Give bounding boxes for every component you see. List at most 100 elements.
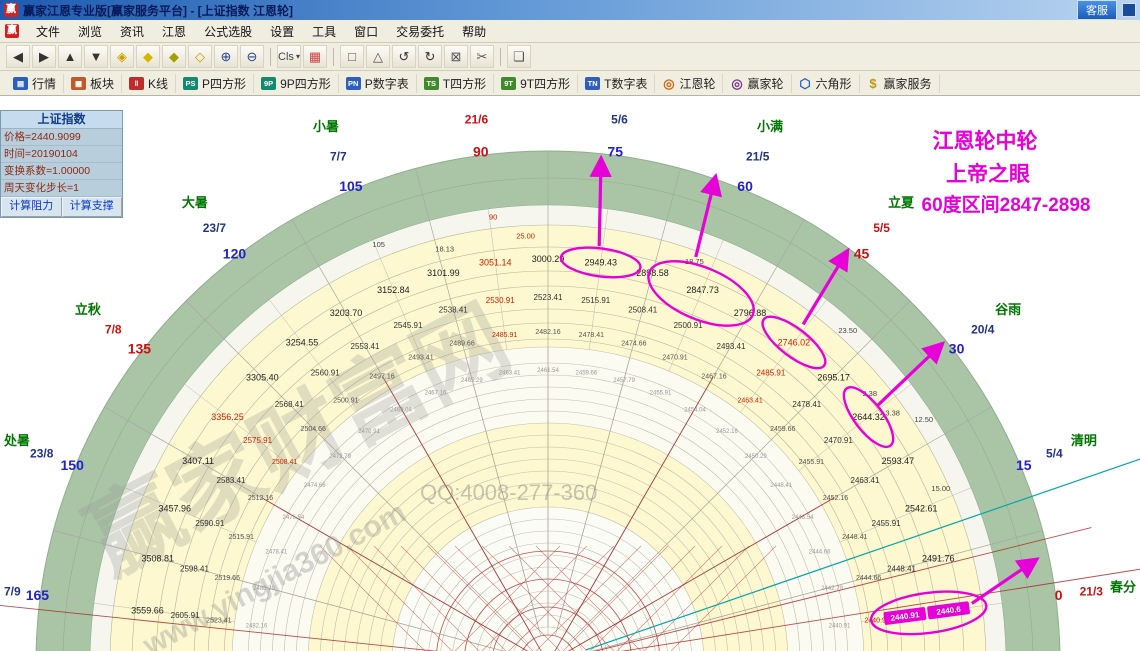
module-label: 赢家服务 [883,76,932,91]
redo-icon[interactable]: ↻ [418,45,442,68]
small-mark: 15.00 [931,484,950,493]
window-corner-icon[interactable] [1122,3,1136,17]
annotation-line-2: 60度区间2847-2898 [922,193,1091,216]
ring-value: 2455.91 [799,459,824,466]
menu-item-2[interactable]: 资讯 [111,21,153,42]
module-p-table[interactable]: PN P数字表 [339,73,417,93]
menu-items: 文件 浏览 资讯 江恩 公式选股 设置 工具 窗口 交易委托 帮助 [27,21,495,42]
solar-term-label: 清明 [1071,433,1097,448]
ring-value: 2469.04 [390,407,412,413]
cut-tool-icon[interactable]: ✂ [470,45,494,68]
back-icon[interactable]: ◀ [6,45,30,68]
calc-support-button[interactable]: 计算支撑 [61,197,122,217]
gann-fan-icon[interactable]: ◈ [110,45,134,68]
index-info-row-1: 时间=20190104 [1,146,122,163]
ring-value: 2847.73 [686,285,719,295]
menu-item-3[interactable]: 江恩 [153,21,195,42]
ring-value: 2467.16 [425,390,447,396]
p-table-icon: PN [345,76,361,90]
ring-value: 2523.41 [206,618,231,625]
module-hexagon[interactable]: ⬡ 六角形 [792,73,860,93]
menu-item-0[interactable]: 文件 [27,21,69,42]
ring-value: 2949.43 [584,257,617,267]
ring-value: 2452.16 [823,495,848,502]
ring-value: 2504.66 [301,426,326,433]
up-icon[interactable]: ▲ [58,45,82,68]
module-p-square[interactable]: PS P四方形 [176,73,255,93]
toolbar-separator [500,47,501,66]
ring-value: 2459.66 [576,371,598,377]
zoom-in-icon[interactable]: ⊕ [214,45,238,68]
palette-icon[interactable]: ▦ [303,45,327,68]
ring-value: 2523.41 [534,293,563,302]
module-sector[interactable]: ▦ 板块 [64,73,123,93]
drawing-toolbar: ◀ ▶ ▲ ▼ ◈ ◆ ◆ ◇ ⊕ ⊖ Cls ▾ ▦ □ △ ↺ ↻ ⊠ ✂ ❏ [0,43,1140,71]
module-toolbar: ▤ 行情 ▦ 板块 ‖ K线 PS P四方形 9P 9P四方形 PN P数字表 TS T四方形 9T 9T四方… [0,71,1140,96]
zoom-out-icon[interactable]: ⊖ [240,45,264,68]
ring-value: 2485.91 [756,369,785,378]
watermark-qq: QQ:4008-277-360 [420,480,597,505]
module-service[interactable]: $ 赢家服务 [860,73,940,93]
ring-value: 2519.66 [215,575,240,582]
solar-term-label: 处暑 [3,433,30,448]
ring-value: 2446.54 [792,515,814,521]
angle-label: 90 [473,143,489,159]
module-t-square[interactable]: TS T四方形 [417,73,495,93]
solar-term-label: 小满 [757,119,783,134]
ring-value: 2478.41 [579,332,604,339]
solar-term-label: 立夏 [888,195,915,210]
rect-tool-icon[interactable]: □ [340,45,364,68]
module-winner-wheel[interactable]: ◎ 赢家轮 [723,73,792,93]
customer-service-button[interactable]: 客服 [1077,0,1117,20]
sector-icon: ▦ [71,76,87,90]
delete-tool-icon[interactable]: ⊠ [444,45,468,68]
ring-value: 2454.04 [684,407,706,413]
angle-label: 45 [854,245,870,261]
module-gann-wheel[interactable]: ◎ 江恩轮 [655,73,724,93]
undo-icon[interactable]: ↺ [392,45,416,68]
calc-resistance-button[interactable]: 计算阻力 [1,197,62,217]
forward-icon[interactable]: ▶ [32,45,56,68]
module-t-table[interactable]: TN T数字表 [578,73,656,93]
ring-value: 2455.91 [650,390,672,396]
angle-label: 105 [339,178,363,194]
module-kline[interactable]: ‖ K线 [122,73,177,93]
gann-box-icon[interactable]: ◆ [136,45,160,68]
ring-value: 2444.66 [856,575,881,582]
ring-value: 2593.47 [882,456,915,466]
ring-value: 2478.41 [266,549,288,555]
menu-item-9[interactable]: 帮助 [453,21,495,42]
menu-item-6[interactable]: 工具 [303,21,345,42]
date-label: 21/6 [465,113,489,127]
ring-value: 2746.02 [778,337,811,347]
gann-wheel-icon: ◎ [663,75,675,91]
module-label: P四方形 [202,76,247,91]
ring-value: 2444.66 [809,549,831,555]
date-label: 7/8 [105,322,122,336]
kline-icon: ‖ [129,76,145,90]
menu-item-8[interactable]: 交易委托 [387,21,453,42]
ring-value: 2508.41 [272,459,297,466]
menu-item-5[interactable]: 设置 [261,21,303,42]
comment-icon[interactable]: ❏ [507,45,531,68]
ring-value: 2457.79 [613,378,635,384]
gann-circle-icon[interactable]: ◇ [188,45,212,68]
module-quote[interactable]: ▤ 行情 [6,73,65,93]
module-9t-square[interactable]: 9T 9T四方形 [494,73,579,93]
menu-item-1[interactable]: 浏览 [69,21,111,42]
ring-value: 2478.41 [792,400,821,409]
solar-term-label: 立秋 [75,302,102,317]
ring-value: 3407.11 [182,456,214,466]
date-label: 20/4 [971,322,995,336]
module-label: T数字表 [604,76,648,91]
triangle-tool-icon[interactable]: △ [366,45,390,68]
menu-item-7[interactable]: 窗口 [345,21,387,42]
gann-wheel-svg[interactable]: 赢家财富网www.yingjia360.comQQ:4008-277-36024… [0,96,1140,651]
filter-icon[interactable]: ▼ [84,45,108,68]
ring-value: 2459.66 [770,426,795,433]
menu-item-4[interactable]: 公式选股 [195,21,261,42]
cls-dropdown[interactable]: Cls ▾ [277,45,301,68]
module-9p-square[interactable]: 9P 9P四方形 [254,73,339,93]
date-label: 21/3 [1080,584,1104,598]
gann-grid-icon[interactable]: ◆ [162,45,186,68]
